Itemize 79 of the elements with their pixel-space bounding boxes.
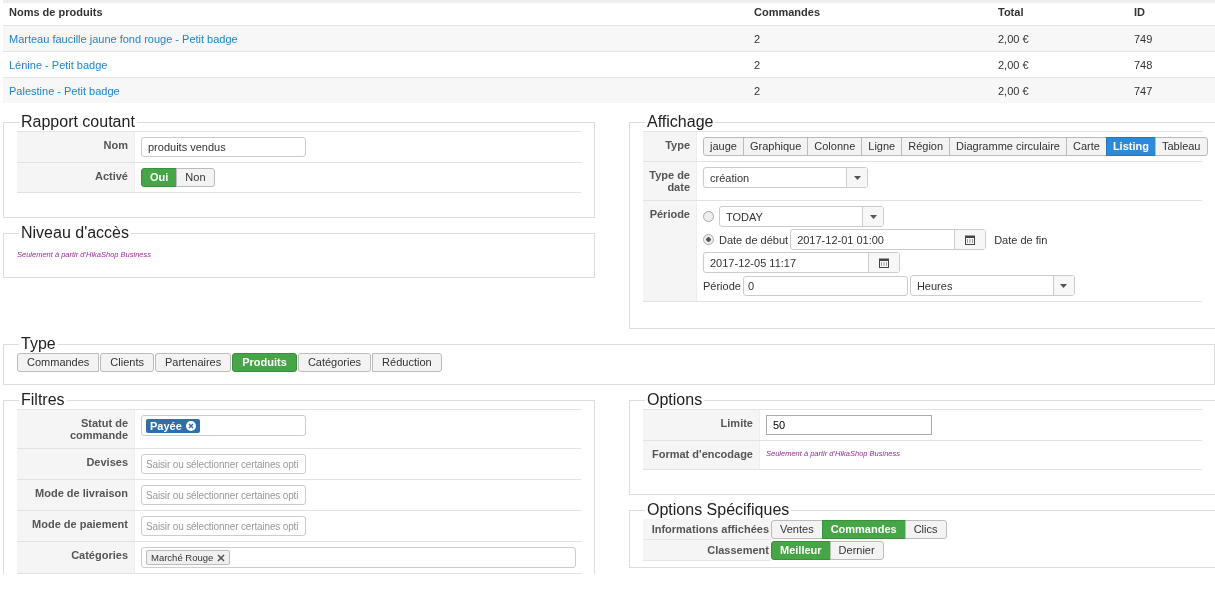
type-tab[interactable]: Réduction: [372, 353, 442, 372]
section-title: Filtres: [20, 391, 66, 409]
option-button[interactable]: jauge: [703, 137, 744, 156]
dropdown[interactable]: TODAY: [719, 206, 884, 227]
field-label: Mode de paiement: [17, 511, 135, 541]
input-field[interactable]: produits vendus: [141, 137, 306, 157]
option-button[interactable]: Tableau: [1154, 137, 1208, 156]
input-field[interactable]: Saisir ou sélectionner certaines opti: [141, 454, 306, 474]
column-header: Noms de produits: [3, 1, 748, 26]
section-title: Affichage: [646, 113, 715, 131]
field-label: Type de date: [643, 162, 697, 200]
option-button[interactable]: Ligne: [861, 137, 903, 156]
type-tab[interactable]: Clients: [100, 353, 154, 372]
table-cell: 2,00 €: [992, 25, 1128, 52]
tag-label: Marché Rouge: [151, 552, 214, 563]
option-button[interactable]: Région: [901, 137, 951, 156]
caret-icon: [853, 175, 861, 180]
table-cell: 2,00 €: [992, 77, 1128, 103]
column-header: Commandes: [748, 1, 992, 26]
section-title: Type: [20, 335, 57, 353]
date-field[interactable]: 2017-12-05 11:17: [703, 252, 900, 273]
field-label: Activé: [17, 163, 135, 192]
input-field[interactable]: 0: [742, 275, 908, 296]
field-label: Date de début: [719, 233, 789, 246]
product-link[interactable]: Palestine - Petit badge: [9, 84, 120, 97]
option-button[interactable]: Graphique: [742, 137, 809, 156]
product-link[interactable]: Marteau faucille jaune fond rouge - Petit badge: [9, 32, 238, 45]
field-label: Nom: [17, 132, 135, 162]
type-tab[interactable]: Commandes: [17, 353, 100, 372]
tag-label: Payée: [150, 419, 182, 432]
field-label: Devises: [17, 449, 135, 479]
field-label: Date de fin: [994, 233, 1048, 246]
option-button[interactable]: Diagramme circulaire: [949, 137, 1067, 156]
option-button[interactable]: Carte: [1066, 137, 1107, 156]
section-title: Niveau d'accès: [20, 224, 130, 242]
option-button[interactable]: Dernier: [829, 541, 884, 560]
type-tab[interactable]: Catégories: [297, 353, 372, 372]
field-label: Catégories: [17, 542, 135, 573]
tag-field[interactable]: Payée: [141, 415, 306, 436]
field-label: Mode de livraison: [17, 480, 135, 510]
remove-icon[interactable]: [185, 420, 196, 431]
input-field[interactable]: Saisir ou sélectionner certaines opti: [141, 485, 306, 505]
table-cell: 747: [1128, 77, 1215, 103]
option-button[interactable]: Non: [176, 168, 215, 187]
table-cell: 749: [1128, 25, 1215, 52]
section-title: Options: [646, 391, 704, 409]
input-field[interactable]: Saisir ou sélectionner certaines opti: [141, 516, 306, 536]
caret-icon: [869, 214, 877, 219]
field-label: Informations affichées: [643, 519, 771, 540]
caret-icon: [1060, 283, 1068, 288]
column-header: Total: [992, 1, 1128, 26]
input-field[interactable]: 50: [766, 415, 932, 435]
option-button[interactable]: Clics: [904, 520, 947, 539]
field-label: Période: [703, 279, 741, 292]
field-label: Limite: [643, 410, 760, 440]
calendar-icon: [879, 257, 889, 268]
column-header: ID: [1128, 1, 1215, 26]
section-title: Options Spécifiques: [646, 501, 791, 519]
calendar-icon: [965, 234, 976, 245]
option-button[interactable]: Ventes: [771, 520, 823, 539]
tag-field[interactable]: Marché Rouge: [141, 547, 576, 568]
field-label: Classement: [643, 540, 771, 561]
product-link[interactable]: Lénine - Petit badge: [9, 58, 108, 71]
radio-button[interactable]: [703, 234, 714, 245]
field-label: Type: [643, 132, 697, 161]
option-button[interactable]: Listing: [1105, 137, 1156, 156]
radio-button[interactable]: [703, 211, 714, 222]
option-button[interactable]: Colonne: [807, 137, 863, 156]
field-label: Format d'encodage: [643, 441, 760, 469]
section-title: Rapport coutant: [20, 113, 136, 131]
dropdown[interactable]: Heures: [909, 275, 1075, 296]
table-cell: 2: [748, 25, 992, 52]
remove-icon[interactable]: [217, 553, 226, 562]
table-cell: 2: [748, 77, 992, 103]
field-label: Période: [643, 201, 697, 301]
dropdown[interactable]: création: [703, 167, 868, 188]
date-field[interactable]: 2017-12-01 01:00: [790, 229, 987, 250]
type-tab[interactable]: Partenaires: [155, 353, 232, 372]
field-label: Statut de commande: [17, 410, 135, 448]
